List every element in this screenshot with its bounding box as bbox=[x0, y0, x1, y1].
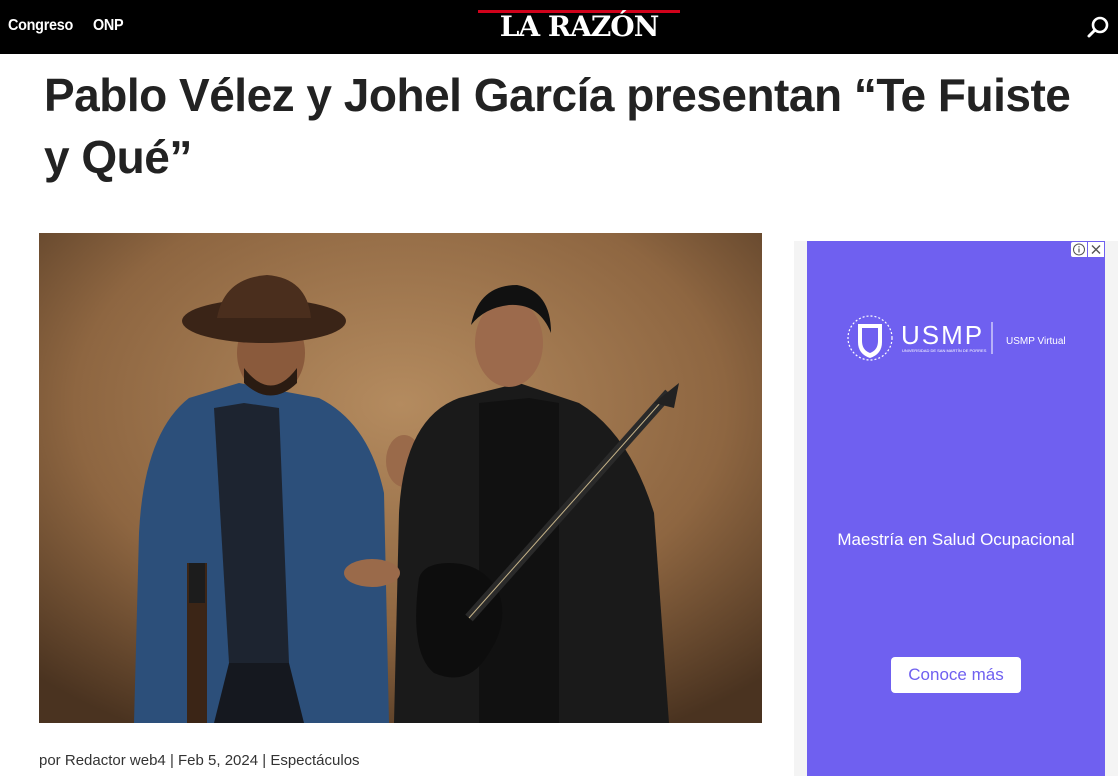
photo-illustration bbox=[39, 233, 762, 723]
site-logo[interactable]: LA RAZÓN bbox=[478, 10, 680, 42]
logo-text: LA RAZÓN bbox=[499, 10, 660, 43]
article-meta: por Redactor web4 | Feb 5, 2024 | Espect… bbox=[39, 752, 360, 769]
ad-message: Maestría en Salud Ocupacional bbox=[837, 530, 1075, 549]
nav-link-onp[interactable]: ONP bbox=[93, 17, 124, 35]
ad-close-icon[interactable] bbox=[1088, 242, 1104, 257]
ad-brand-virtual: USMP Virtual bbox=[1006, 336, 1066, 347]
ad-brand-sub: UNIVERSIDAD DE SAN MARTÍN DE PORRES bbox=[902, 348, 987, 353]
category-link[interactable]: Espectáculos bbox=[270, 752, 359, 769]
publish-date: Feb 5, 2024 bbox=[178, 752, 259, 769]
article-photo bbox=[39, 233, 762, 723]
ad-cta-button[interactable]: Conoce más bbox=[891, 657, 1021, 693]
meta-separator: | bbox=[262, 752, 267, 769]
author-link[interactable]: Redactor web4 bbox=[65, 752, 166, 769]
ad-logo: USMP UNIVERSIDAD DE SAN MARTÍN DE PORRES… bbox=[846, 312, 1076, 364]
nav-link-congreso[interactable]: Congreso bbox=[8, 17, 73, 35]
top-bar: Congreso ONP LA RAZÓN bbox=[0, 0, 1118, 54]
meta-separator: | bbox=[169, 752, 174, 769]
byline-prefix: por bbox=[39, 752, 61, 769]
search-icon[interactable] bbox=[1086, 15, 1110, 39]
article-title: Pablo Vélez y Johel García presentan “Te… bbox=[44, 69, 1071, 183]
ad-brand: USMP bbox=[901, 320, 985, 350]
ad-info-icon[interactable] bbox=[1071, 242, 1087, 257]
